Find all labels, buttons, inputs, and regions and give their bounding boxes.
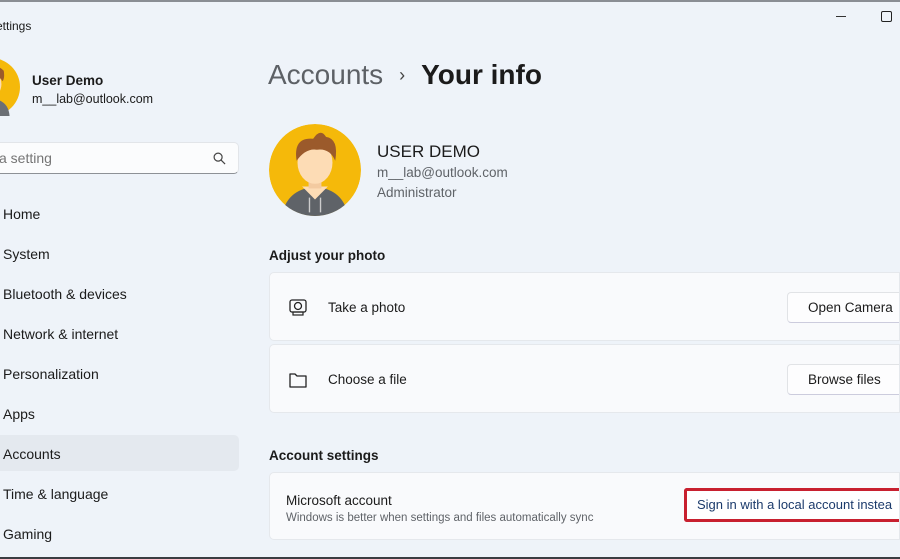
sidebar-item-personalization[interactable]: Personalization	[0, 355, 239, 391]
page-title: Your info	[421, 59, 542, 90]
profile-email: m__lab@outlook.com	[377, 165, 508, 180]
window-title: ettings	[0, 19, 32, 33]
user-email: m__lab@outlook.com	[32, 92, 154, 106]
camera-icon	[289, 299, 307, 316]
search-input[interactable]	[0, 150, 199, 166]
breadcrumb: Accounts › Your info	[268, 59, 542, 91]
sidebar-item-home[interactable]: Home	[0, 195, 239, 231]
maximize-icon[interactable]	[881, 11, 892, 22]
sidebar-item-gaming[interactable]: Gaming	[0, 515, 239, 551]
profile-name: USER DEMO	[377, 142, 480, 161]
profile-role: Administrator	[377, 185, 457, 200]
section-adjust-photo: Adjust your photo	[269, 248, 386, 263]
microsoft-account-card: Microsoft account Windows is better when…	[269, 472, 900, 540]
take-photo-label: Take a photo	[328, 300, 406, 315]
choose-file-label: Choose a file	[328, 372, 407, 387]
sidebar-nav: Home System Bluetooth & devices Network …	[0, 195, 239, 555]
breadcrumb-accounts[interactable]: Accounts	[268, 59, 383, 91]
sidebar-item-system[interactable]: System	[0, 235, 239, 271]
browse-files-button[interactable]: Browse files	[787, 364, 899, 395]
minimize-icon[interactable]	[836, 16, 846, 17]
user-avatar[interactable]	[0, 58, 20, 116]
sidebar-item-time-language[interactable]: Time & language	[0, 475, 239, 511]
search-box[interactable]	[0, 142, 239, 174]
microsoft-account-title: Microsoft account	[286, 493, 392, 508]
folder-icon	[289, 373, 307, 388]
sidebar-item-bluetooth[interactable]: Bluetooth & devices	[0, 275, 239, 311]
user-name: User Demo	[32, 73, 104, 88]
window-border	[0, 0, 900, 2]
sidebar-item-apps[interactable]: Apps	[0, 395, 239, 431]
take-photo-card: Take a photo Open Camera	[269, 272, 900, 341]
open-camera-button[interactable]: Open Camera	[787, 292, 899, 323]
sidebar-item-accounts[interactable]: Accounts	[0, 435, 239, 471]
profile-avatar	[269, 124, 361, 216]
search-icon[interactable]	[213, 152, 226, 165]
sidebar-item-network[interactable]: Network & internet	[0, 315, 239, 351]
choose-file-card: Choose a file Browse files	[269, 344, 900, 413]
section-account-settings: Account settings	[269, 448, 379, 463]
sign-in-local-account-button[interactable]: Sign in with a local account instea	[684, 488, 899, 522]
chevron-right-icon: ›	[399, 64, 406, 85]
microsoft-account-subtitle: Windows is better when settings and file…	[286, 512, 594, 524]
